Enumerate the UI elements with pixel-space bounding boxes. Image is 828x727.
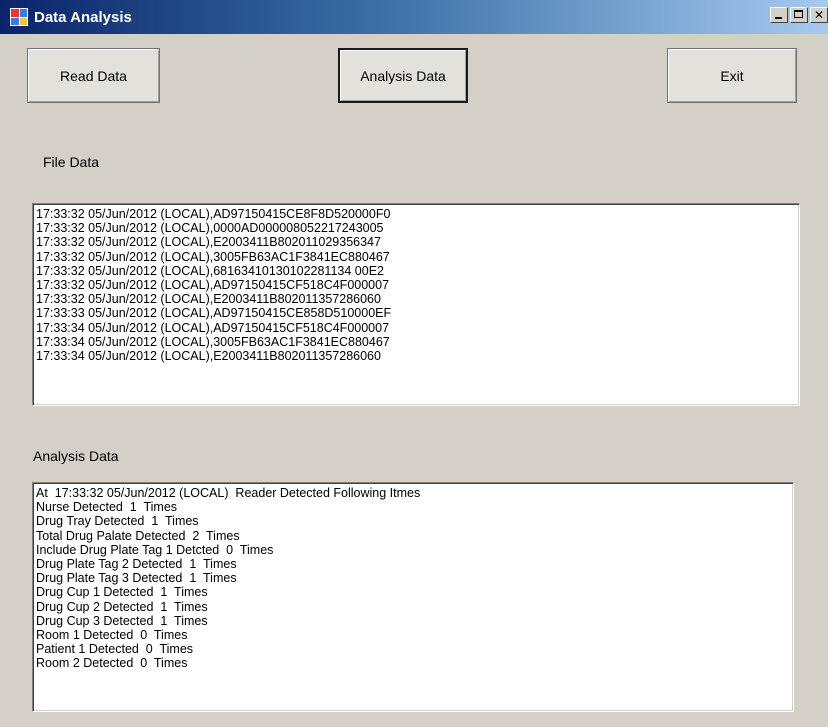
maximize-icon[interactable] [790,7,808,23]
window-title: Data Analysis [34,8,132,26]
list-item: Drug Plate Tag 2 Detected 1 Times [36,557,237,572]
list-item: 17:33:32 05/Jun/2012 (LOCAL),AD97150415C… [36,278,390,293]
list-item: 17:33:33 05/Jun/2012 (LOCAL),AD97150415C… [36,306,392,321]
list-item: 17:33:32 05/Jun/2012 (LOCAL),E2003411B80… [36,235,381,250]
list-item: At 17:33:32 05/Jun/2012 (LOCAL) Reader D… [36,486,421,500]
list-item: 17:33:34 05/Jun/2012 (LOCAL),E2003411B80… [36,349,381,364]
list-item: Drug Cup 1 Detected 1 Times [36,585,208,600]
exit-button[interactable]: Exit [667,48,797,103]
list-item: 17:33:34 05/Jun/2012 (LOCAL),3005FB63AC1… [36,334,390,349]
analysis-data-button[interactable]: Analysis Data [338,48,468,103]
close-icon[interactable]: ✕ [810,7,828,23]
list-item: 17:33:32 05/Jun/2012 (LOCAL),0000AD00000… [36,221,384,236]
app-icon [10,8,28,26]
list-item: 17:33:32 05/Jun/2012 (LOCAL),3005FB63AC1… [36,249,390,264]
list-item: Total Drug Palate Detected 2 Times [36,528,240,543]
window-controls: ✕ [770,7,828,23]
analysis-data-label: Analysis Data [33,448,119,464]
file-data-list[interactable]: 17:33:32 05/Jun/2012 (LOCAL),AD97150415C… [32,203,800,406]
list-item: Nurse Detected 1 Times [36,500,178,515]
title-bar[interactable]: Data Analysis ✕ [0,0,828,34]
list-item: Include Drug Plate Tag 1 Detcted 0 Times [36,542,274,557]
read-data-button[interactable]: Read Data [27,48,160,103]
file-data-label: File Data [43,154,100,170]
list-item: Drug Tray Detected 1 Times [36,514,199,529]
list-item: Drug Cup 3 Detected 1 Times [36,613,208,628]
list-item: 17:33:32 05/Jun/2012 (LOCAL),AD97150415C… [36,207,391,221]
list-item: 17:33:32 05/Jun/2012 (LOCAL),E2003411B80… [36,292,381,307]
list-item: Drug Cup 2 Detected 1 Times [36,599,208,614]
list-item: Drug Plate Tag 3 Detected 1 Times [36,571,237,586]
analysis-data-list[interactable]: At 17:33:32 05/Jun/2012 (LOCAL) Reader D… [32,482,794,712]
list-item: 17:33:34 05/Jun/2012 (LOCAL),AD97150415C… [36,320,390,335]
list-item: Patient 1 Detected 0 Times [36,642,194,657]
list-item: 17:33:32 05/Jun/2012 (LOCAL),68163410130… [36,263,384,278]
main-window: Data Analysis ✕ Read Data Analysis Data … [0,0,828,727]
minimize-icon[interactable] [770,7,788,23]
list-item: Room 2 Detected 0 Times [36,656,188,671]
list-item: Room 1 Detected 0 Times [36,628,188,643]
